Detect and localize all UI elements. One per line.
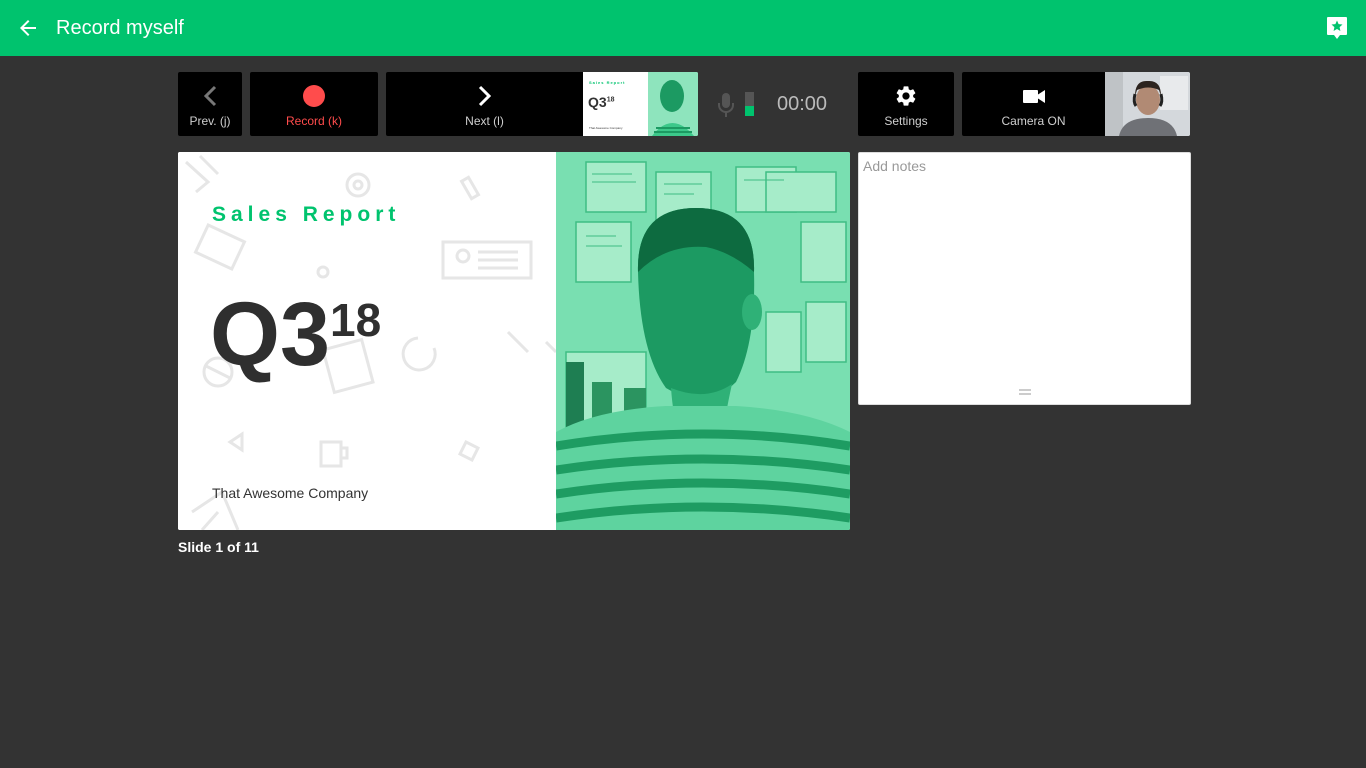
next-label: Next (l) xyxy=(465,114,504,128)
mic-level-meter xyxy=(745,92,754,116)
slide-title: Sales Report xyxy=(212,203,401,226)
slide-heading: Q3 xyxy=(210,285,331,385)
arrow-left-icon xyxy=(20,20,36,36)
slide-photo xyxy=(556,152,850,530)
thumb-q-sup: 18 xyxy=(606,96,615,104)
prev-label: Prev. (j) xyxy=(189,114,231,128)
slide-counter: Slide 1 of 11 xyxy=(178,539,259,555)
next-slide-button[interactable]: Next (l) Sales Report Q318 That Awesome … xyxy=(386,72,698,136)
gear-icon xyxy=(896,86,916,106)
prev-slide-button[interactable]: Prev. (j) xyxy=(178,72,242,136)
page-title: Record myself xyxy=(56,16,184,39)
slide-company: That Awesome Company xyxy=(212,485,369,501)
recording-timer: 00:00 xyxy=(777,93,828,115)
thumb-photo xyxy=(648,72,698,136)
settings-label: Settings xyxy=(884,114,928,128)
feedback-button[interactable] xyxy=(1326,16,1350,40)
mic-level-fill xyxy=(745,106,754,116)
notes-panel xyxy=(858,152,1191,405)
thumb-q: Q318 xyxy=(588,94,614,110)
camera-label: Camera ON xyxy=(1001,114,1066,128)
slide-text-panel: Sales Report Q3 18 That Awesome Company xyxy=(178,152,556,530)
slide-heading-sup: 18 xyxy=(330,294,382,346)
chevron-left-icon xyxy=(203,85,217,107)
record-button[interactable]: Record (k) xyxy=(250,72,378,136)
chevron-right-icon xyxy=(478,85,491,107)
next-slide-thumbnail: Sales Report Q318 That Awesome Company xyxy=(583,72,698,136)
thumb-company: That Awesome Company xyxy=(589,126,623,130)
microphone-icon xyxy=(718,93,734,117)
record-dot-icon xyxy=(303,85,325,107)
top-bar: Record myself xyxy=(0,0,1366,56)
record-label: Record (k) xyxy=(285,114,342,128)
camera-toggle-button[interactable]: Camera ON xyxy=(962,72,1190,136)
settings-button[interactable]: Settings xyxy=(858,72,954,136)
notes-input[interactable] xyxy=(859,153,1190,381)
resize-handle-icon[interactable] xyxy=(1019,389,1031,395)
video-camera-icon xyxy=(1022,90,1045,103)
star-badge-icon xyxy=(1327,17,1347,39)
camera-preview xyxy=(1105,72,1190,136)
current-slide: Sales Report Q3 18 That Awesome Company xyxy=(178,152,850,530)
thumb-title: Sales Report xyxy=(589,80,626,85)
thumb-q-text: Q3 xyxy=(588,94,607,110)
back-button[interactable] xyxy=(0,0,56,56)
